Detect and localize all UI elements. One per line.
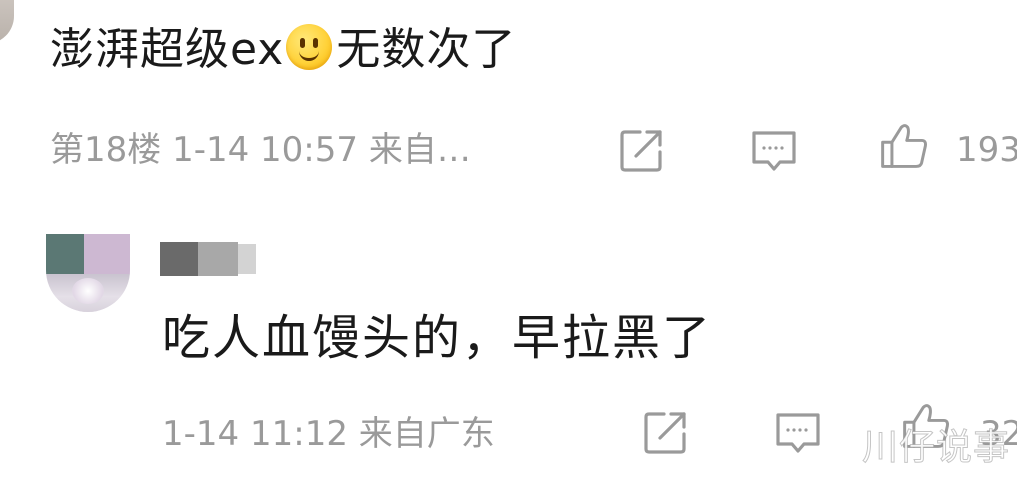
- comment-meta: 第18楼 1-14 10:57 来自…: [50, 130, 471, 170]
- comment-meta: 1-14 11:12 来自广东: [162, 414, 495, 454]
- comment-text: 吃人血馒头的，早拉黑了: [162, 310, 713, 366]
- comment-icon[interactable]: [772, 406, 824, 458]
- like-count: 193: [956, 130, 1017, 170]
- watermark: 川仔说事: [861, 427, 1011, 469]
- comment-text-part: 无数次了: [336, 24, 517, 75]
- avatar[interactable]: [0, 0, 14, 44]
- username[interactable]: [160, 240, 320, 280]
- comment-text-part: 澎湃超级ex: [50, 24, 285, 75]
- thumbs-up-icon[interactable]: [878, 120, 930, 172]
- comment-icon[interactable]: [748, 124, 800, 176]
- avatar[interactable]: [46, 234, 130, 312]
- share-icon[interactable]: [616, 124, 668, 176]
- comment-text: 澎湃超级ex 无数次了: [50, 18, 516, 82]
- share-icon[interactable]: [640, 406, 692, 458]
- smile-emoji-icon: [286, 24, 333, 70]
- comment-thread: 澎湃超级ex 无数次了 第18楼 1-14 10:57 来自… 193 吃人血馒…: [0, 0, 1017, 492]
